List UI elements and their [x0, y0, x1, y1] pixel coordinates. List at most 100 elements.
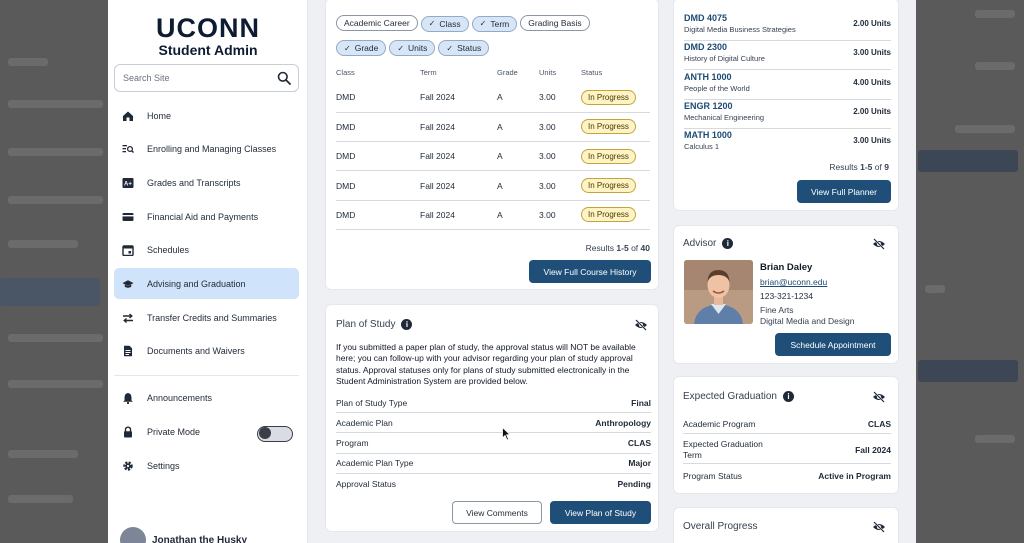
nav-label: Transfer Credits and Summaries — [147, 312, 277, 323]
status-cell: In Progress — [581, 83, 650, 113]
filter-chip[interactable]: Grading Basis — [520, 15, 590, 31]
course-history-results: Results 1-5 of 40 — [586, 243, 650, 253]
main-nav: Home Enrolling and Managing Classes A+ G… — [114, 100, 299, 484]
checkmark-icon: ✓ — [479, 19, 487, 28]
plan-of-study-card: Plan of Study i If you submitted a paper… — [325, 304, 659, 532]
col-header-class[interactable]: Class — [336, 65, 420, 83]
info-icon[interactable]: i — [782, 391, 794, 402]
results-of: of — [631, 243, 639, 253]
table-row[interactable]: DMD Fall 2024 A 3.00 In Progress — [336, 170, 650, 201]
planner-results: Results 1-5 of 9 — [829, 162, 889, 172]
gear-icon — [122, 460, 134, 472]
home-icon — [122, 110, 134, 122]
status-badge: In Progress — [581, 178, 636, 194]
filter-chip[interactable]: Academic Career — [336, 15, 418, 31]
col-header-grade[interactable]: Grade — [497, 65, 539, 83]
advisor-department: Fine Arts — [760, 305, 794, 315]
schedule-appointment-button[interactable]: Schedule Appointment — [775, 333, 891, 356]
table-row[interactable]: DMD Fall 2024 A 3.00 In Progress — [336, 83, 650, 113]
planner-course-item[interactable]: MATH 1000 Calculus 1 3.00 Units — [684, 130, 891, 158]
search-icon[interactable] — [277, 71, 291, 85]
status-cell: In Progress — [581, 170, 650, 201]
field-value: Pending — [617, 479, 651, 490]
filter-chip[interactable]: ✓ Units — [389, 40, 436, 56]
view-full-course-history-button[interactable]: View Full Course History — [529, 260, 651, 283]
nav-item-home[interactable]: Home — [114, 100, 299, 131]
card-title-text: Advisor — [683, 238, 717, 249]
planner-course-item[interactable]: DMD 2300 History of Digital Culture 3.00 U… — [684, 42, 891, 71]
units-cell: 3.00 — [539, 170, 581, 201]
nav-item-private-mode: Private Mode — [114, 417, 299, 448]
nav-label: Schedules — [147, 245, 190, 256]
filter-chip[interactable]: ✓ Grade — [336, 40, 387, 56]
results-prefix: Results — [829, 162, 858, 172]
nav-item-advising[interactable]: Advising and Graduation — [114, 268, 299, 300]
column-filter-chips: Academic Career ✓ Class ✓ Term Grading Basis ✓… — [336, 13, 636, 62]
plan-of-study-field: Academic Plan Type Major — [336, 454, 651, 474]
nav-item-enrolling[interactable]: Enrolling and Managing Classes — [114, 134, 299, 165]
nav-label: Private Mode — [147, 427, 201, 437]
filter-chip[interactable]: ✓ Class — [420, 15, 469, 32]
field-label: Expected Graduation Term — [683, 438, 763, 460]
private-mode-toggle[interactable] — [257, 425, 293, 442]
nav-item-documents[interactable]: Documents and Waivers — [114, 336, 299, 367]
view-comments-button[interactable]: View Comments — [452, 501, 542, 524]
planner-course-item[interactable]: DMD 4075 Digital Media Business Strategie… — [684, 13, 891, 41]
plan-of-study-title: Plan of Study i — [336, 319, 413, 330]
status-badge: In Progress — [581, 89, 636, 105]
user-profile[interactable]: Jonathan the Husky — [120, 527, 247, 543]
planner-course-item[interactable]: ENGR 1200 Mechanical Engineering 2.00 Unit… — [684, 101, 891, 129]
term-cell: Fall 2024 — [420, 83, 497, 113]
table-header-row: Class Term Grade Units Status — [336, 65, 650, 83]
nav-item-schedules[interactable]: Schedules — [114, 235, 299, 266]
results-range: 1-5 — [616, 243, 629, 253]
search-input[interactable] — [123, 65, 273, 91]
backdrop-text — [8, 58, 48, 66]
graduation-field: Program Status Active in Program — [683, 466, 891, 486]
backdrop-block — [918, 150, 1018, 172]
sidebar: UCONN Student Admin Home Enrolling and — [108, 0, 308, 543]
course-code: DMD 4075 — [684, 13, 728, 23]
filter-chip[interactable]: ✓ Term — [471, 15, 518, 32]
grade-cell: A — [497, 112, 539, 143]
backdrop-text — [8, 148, 103, 156]
uconn-logo[interactable]: UCONN Student Admin — [108, 14, 308, 58]
advisor-title: Advisor i — [683, 238, 734, 249]
course-history-card: Academic Career ✓ Class ✓ Term Grading Basis ✓… — [325, 0, 659, 290]
table-row[interactable]: DMD Fall 2024 A 3.00 In Progress — [336, 200, 650, 230]
col-header-term[interactable]: Term — [420, 65, 497, 83]
nav-item-announcements[interactable]: Announcements — [114, 383, 299, 414]
nav-item-settings[interactable]: Settings — [114, 450, 299, 481]
hide-eye-icon[interactable] — [872, 391, 886, 403]
table-row[interactable]: DMD Fall 2024 A 3.00 In Progress — [336, 141, 650, 172]
backdrop-text — [975, 10, 1015, 18]
backdrop-text — [8, 450, 78, 458]
filter-chip[interactable]: ✓ Status — [438, 40, 490, 56]
advisor-email-link[interactable]: brian@uconn.edu — [760, 277, 827, 287]
view-plan-of-study-button[interactable]: View Plan of Study — [550, 501, 651, 524]
status-cell: In Progress — [581, 141, 650, 172]
plan-of-study-field: Academic Plan Anthropology — [336, 413, 651, 434]
nav-item-grades[interactable]: A+ Grades and Transcripts — [114, 167, 299, 198]
nav-item-transfer-credits[interactable]: Transfer Credits and Summaries — [114, 302, 299, 333]
class-cell: DMD — [336, 83, 420, 113]
nav-item-financial-aid[interactable]: Financial Aid and Payments — [114, 201, 299, 232]
planner-course-item[interactable]: ANTH 1000 People of the World 4.00 Units — [684, 72, 891, 100]
view-full-planner-button[interactable]: View Full Planner — [797, 180, 891, 203]
expected-graduation-card: Expected Graduation i Academic Program C… — [673, 376, 899, 494]
hide-eye-icon[interactable] — [872, 521, 886, 533]
info-icon[interactable]: i — [401, 319, 413, 330]
status-cell: In Progress — [581, 112, 650, 143]
col-header-status[interactable]: Status — [581, 65, 650, 83]
chip-label: Term — [490, 18, 510, 29]
info-icon[interactable]: i — [722, 238, 734, 249]
backdrop-text — [8, 240, 78, 248]
results-range: 1-5 — [860, 162, 873, 172]
field-label: Academic Program — [683, 418, 756, 429]
term-cell: Fall 2024 — [420, 112, 497, 143]
backdrop-text — [925, 285, 945, 293]
hide-eye-icon[interactable] — [872, 238, 886, 250]
hide-eye-icon[interactable] — [634, 319, 648, 331]
table-row[interactable]: DMD Fall 2024 A 3.00 In Progress — [336, 112, 650, 143]
col-header-units[interactable]: Units — [539, 65, 581, 83]
